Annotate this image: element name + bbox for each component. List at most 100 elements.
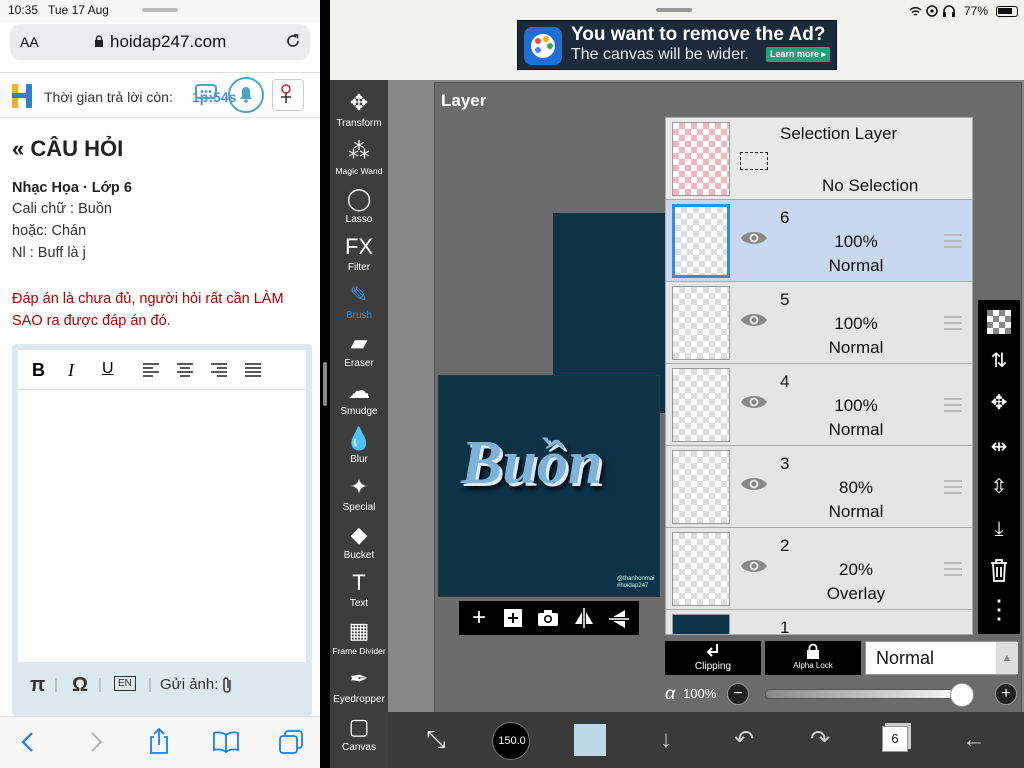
divider-handle[interactable] (323, 362, 327, 406)
bold-button[interactable]: B (32, 360, 45, 381)
alpha-lock-button[interactable]: Alpha Lock (765, 641, 861, 675)
add-layer-icon[interactable]: + (467, 601, 491, 635)
magic-wand-icon: ⁂ (348, 138, 370, 163)
paperclip-icon[interactable] (222, 676, 234, 699)
tool-canvas[interactable]: ▢ Canvas (330, 712, 388, 760)
tool-label: Frame Divider (332, 646, 386, 656)
symbol-omega-button[interactable]: Ω (72, 674, 88, 697)
align-center-icon[interactable] (176, 362, 194, 378)
align-justify-icon[interactable] (244, 362, 262, 378)
back-icon[interactable] (20, 731, 36, 758)
tool-lasso[interactable]: ◯ Lasso (330, 184, 388, 232)
camera-icon[interactable] (537, 609, 559, 632)
tool-bucket[interactable]: ◆ Bucket (330, 520, 388, 568)
italic-button[interactable]: I (68, 360, 74, 381)
bookmarks-icon[interactable] (212, 731, 240, 758)
ad-banner[interactable]: You want to remove the Ad? The canvas wi… (517, 20, 837, 70)
selection-layer-row[interactable]: Selection Layer No Selection (666, 118, 972, 200)
visibility-eye-icon[interactable] (740, 310, 768, 330)
editor-toolbar: B I U (18, 350, 306, 390)
tool-frame-divider[interactable]: ▦ Frame Divider (330, 616, 388, 664)
transparency-checker-icon[interactable] (978, 302, 1020, 340)
tool-eyedropper[interactable]: ✒ Eyedropper (330, 664, 388, 712)
visibility-eye-icon[interactable] (740, 556, 768, 576)
alpha-value: 100% (683, 686, 717, 701)
rotate-flip-icon[interactable]: ⇹ (978, 428, 1020, 466)
visibility-eye-icon[interactable] (740, 392, 768, 412)
layer-row[interactable]: 6 100% Normal (666, 200, 972, 282)
multitask-handle[interactable] (656, 8, 692, 12)
align-left-icon[interactable] (142, 362, 160, 378)
brush-settings-icon[interactable]: ⤡ (418, 720, 454, 760)
drag-handle-icon[interactable] (944, 480, 962, 494)
layer-row[interactable]: 3 80% Normal (666, 446, 972, 528)
avatar[interactable] (272, 79, 304, 111)
layer-row[interactable]: 1 (666, 610, 972, 634)
tool-blur[interactable]: 💧 Blur (330, 424, 388, 472)
alpha-slider[interactable] (765, 683, 974, 707)
back-arrow-icon[interactable]: ← (954, 720, 994, 760)
brush-size-button[interactable]: 150.0 (492, 722, 530, 760)
merge-down-icon[interactable]: ⤓ (978, 510, 1020, 548)
selection-status: No Selection (822, 176, 919, 195)
status-bar: 10:35 Tue 17 Aug (0, 0, 320, 22)
flip-horizontal-icon[interactable] (573, 608, 595, 633)
move-down-arrow-icon[interactable]: ↓ (648, 720, 684, 760)
math-pi-button[interactable]: π (30, 674, 45, 697)
multitask-handle[interactable] (142, 8, 178, 12)
drag-handle-icon[interactable] (944, 562, 962, 576)
trash-icon[interactable] (978, 550, 1020, 588)
share-icon[interactable] (148, 727, 170, 760)
layer-row[interactable]: 2 20% Overlay (666, 528, 972, 610)
tool-eraser[interactable]: ▰ Eraser (330, 328, 388, 376)
back-chevrons-icon[interactable]: « (12, 136, 24, 161)
ad-learn-more-button[interactable]: Learn more ▸ (766, 47, 831, 62)
notification-bell-icon[interactable] (228, 77, 264, 113)
language-en-button[interactable]: EN (114, 676, 136, 691)
flip-vertical-icon[interactable]: ⇳ (978, 468, 1020, 506)
tool-magic-wand[interactable]: ⁂ Magic Wand (330, 136, 388, 184)
drag-handle-icon[interactable] (944, 316, 962, 330)
visibility-eye-icon[interactable] (740, 474, 768, 494)
drag-handle-icon[interactable] (944, 234, 962, 248)
clipping-button[interactable]: Clipping (665, 641, 761, 675)
tool-brush[interactable]: ✎ Brush (330, 280, 388, 328)
layer-swap-icon[interactable]: ⇅ (978, 342, 1020, 380)
tool-special[interactable]: ✦ Special (330, 472, 388, 520)
tool-filter[interactable]: FX Filter (330, 232, 388, 280)
tool-smudge[interactable]: ☁ Smudge (330, 376, 388, 424)
separator: | (54, 676, 58, 693)
artwork-preview[interactable]: Buồn @thanhonmai #hoidap247 (438, 375, 660, 597)
hoidap-logo[interactable] (10, 81, 36, 111)
address-bar[interactable]: AA hoidap247.com (10, 24, 310, 60)
chat-icon[interactable] (194, 83, 220, 103)
drag-handle-icon[interactable] (944, 398, 962, 412)
move-icon[interactable]: ✥ (978, 384, 1020, 422)
more-options-icon[interactable]: ⋮ (978, 594, 1020, 632)
tabs-icon[interactable] (278, 729, 304, 760)
reload-icon[interactable] (284, 32, 302, 50)
undo-icon[interactable]: ↶ (726, 720, 762, 760)
layer-row[interactable]: 4 100% Normal (666, 364, 972, 446)
layer-row[interactable]: 5 100% Normal (666, 282, 972, 364)
flip-vertical-icon[interactable] (609, 608, 629, 635)
answer-textarea[interactable] (18, 390, 306, 662)
duplicate-layer-icon[interactable] (503, 608, 523, 633)
tool-transform[interactable]: ✥ Transform (330, 88, 388, 136)
bucket-icon: ◆ (350, 522, 368, 547)
forward-icon[interactable] (88, 731, 104, 758)
alpha-slider-thumb[interactable] (950, 683, 974, 707)
redo-icon[interactable]: ↷ (802, 720, 838, 760)
layers-button[interactable]: 6 (882, 726, 908, 752)
visibility-eye-icon[interactable] (740, 228, 768, 248)
alpha-increase-button[interactable]: + (995, 683, 1017, 705)
reader-aa-button[interactable]: AA (20, 34, 39, 50)
split-view-divider[interactable] (320, 0, 330, 768)
current-color-swatch[interactable] (574, 724, 606, 756)
alpha-decrease-button[interactable]: − (727, 683, 749, 705)
align-right-icon[interactable] (210, 362, 228, 378)
underline-button[interactable]: U (102, 360, 114, 378)
bottom-toolbar: ⤡ 150.0 ↓ ↶ ↷ 6 ← (388, 712, 1024, 768)
blend-mode-select[interactable]: Normal ▲ (865, 641, 1018, 675)
tool-text[interactable]: T Text (330, 568, 388, 616)
